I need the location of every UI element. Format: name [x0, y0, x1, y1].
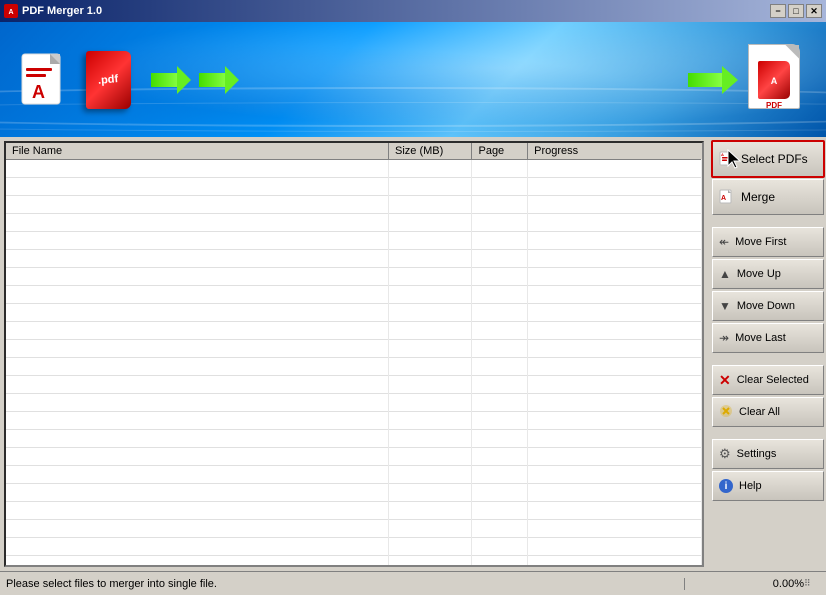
status-message: Please select files to merger into singl… — [6, 578, 684, 590]
file-table: File Name Size (MB) Page Progress — [6, 143, 702, 567]
svg-text:A: A — [721, 152, 724, 157]
move-first-button[interactable]: ↞ Move First — [712, 227, 824, 257]
settings-icon: ⚙ — [719, 446, 731, 462]
resize-grip[interactable]: ⠿ — [804, 578, 820, 589]
close-button[interactable]: ✕ — [806, 4, 822, 18]
table-row[interactable] — [6, 340, 702, 358]
table-row[interactable] — [6, 412, 702, 430]
move-up-label: Move Up — [737, 268, 781, 280]
move-first-icon: ↞ — [719, 235, 729, 249]
table-row[interactable] — [6, 358, 702, 376]
table-row[interactable] — [6, 448, 702, 466]
table-row[interactable] — [6, 250, 702, 268]
pdf-book-icon: .pdf — [81, 47, 136, 112]
arrow-1 — [151, 66, 191, 94]
arrow-2 — [199, 66, 239, 94]
file-list-area[interactable]: File Name Size (MB) Page Progress — [4, 141, 704, 567]
move-first-label: Move First — [735, 236, 786, 248]
col-progress: Progress — [528, 143, 702, 160]
select-pdfs-button[interactable]: A Select PDFs — [712, 141, 824, 177]
help-icon: i — [719, 479, 733, 493]
clear-all-icon — [719, 404, 733, 421]
move-last-label: Move Last — [735, 332, 786, 344]
table-row[interactable] — [6, 160, 702, 178]
help-button[interactable]: i Help — [712, 471, 824, 501]
table-row[interactable] — [6, 196, 702, 214]
acrobat-logo-left: A — [20, 52, 66, 108]
arrows-container — [151, 66, 239, 94]
move-last-icon: ↠ — [719, 331, 729, 345]
settings-button[interactable]: ⚙ Settings — [712, 439, 824, 469]
table-row[interactable] — [6, 502, 702, 520]
header-banner: A .pdf — [0, 22, 826, 137]
merge-icon: A — [719, 188, 735, 207]
table-row[interactable] — [6, 232, 702, 250]
table-row[interactable] — [6, 178, 702, 196]
move-up-button[interactable]: ▲ Move Up — [712, 259, 824, 289]
status-bar: Please select files to merger into singl… — [0, 571, 826, 595]
status-progress: 0.00% — [684, 578, 804, 590]
table-row[interactable] — [6, 214, 702, 232]
col-filename: File Name — [6, 143, 389, 160]
maximize-button[interactable]: □ — [788, 4, 804, 18]
move-up-icon: ▲ — [719, 267, 731, 281]
table-row[interactable] — [6, 286, 702, 304]
table-row[interactable] — [6, 466, 702, 484]
svg-text:A: A — [32, 82, 45, 102]
output-pdf-icon: A PDF — [748, 44, 806, 116]
table-row[interactable] — [6, 322, 702, 340]
help-label: Help — [739, 480, 762, 492]
merge-label: Merge — [741, 190, 775, 204]
table-row[interactable] — [6, 376, 702, 394]
move-down-button[interactable]: ▼ Move Down — [712, 291, 824, 321]
move-last-button[interactable]: ↠ Move Last — [712, 323, 824, 353]
window-title: PDF Merger 1.0 — [22, 5, 102, 17]
svg-text:A: A — [721, 195, 726, 202]
pdf-book-label: .pdf — [98, 73, 119, 87]
clear-selected-button[interactable]: ✕ Clear Selected — [712, 365, 824, 395]
clear-all-button[interactable]: Clear All — [712, 397, 824, 427]
svg-text:A: A — [771, 76, 778, 86]
table-row[interactable] — [6, 394, 702, 412]
table-row[interactable] — [6, 538, 702, 556]
col-size: Size (MB) — [389, 143, 472, 160]
table-row[interactable] — [6, 268, 702, 286]
table-row[interactable] — [6, 430, 702, 448]
move-down-icon: ▼ — [719, 299, 731, 313]
table-row[interactable] — [6, 556, 702, 568]
table-row[interactable] — [6, 484, 702, 502]
table-row[interactable] — [6, 304, 702, 322]
app-icon: A — [4, 4, 18, 18]
settings-label: Settings — [737, 448, 777, 460]
output-arrow — [688, 65, 738, 95]
clear-selected-label: Clear Selected — [737, 374, 809, 386]
table-row[interactable] — [6, 520, 702, 538]
svg-text:A: A — [8, 9, 13, 16]
clear-all-label: Clear All — [739, 406, 780, 418]
minimize-button[interactable]: − — [770, 4, 786, 18]
title-bar: A PDF Merger 1.0 − □ ✕ — [0, 0, 826, 22]
merge-button[interactable]: A Merge — [712, 179, 824, 215]
sidebar: A Select PDFs A Merge — [708, 137, 826, 571]
output-section: A PDF — [688, 44, 806, 116]
move-down-label: Move Down — [737, 300, 795, 312]
select-pdfs-icon: A — [719, 150, 735, 169]
main-content: File Name Size (MB) Page Progress — [0, 137, 826, 571]
select-pdfs-label: Select PDFs — [741, 152, 808, 166]
clear-selected-icon: ✕ — [719, 372, 731, 389]
col-page: Page — [472, 143, 528, 160]
